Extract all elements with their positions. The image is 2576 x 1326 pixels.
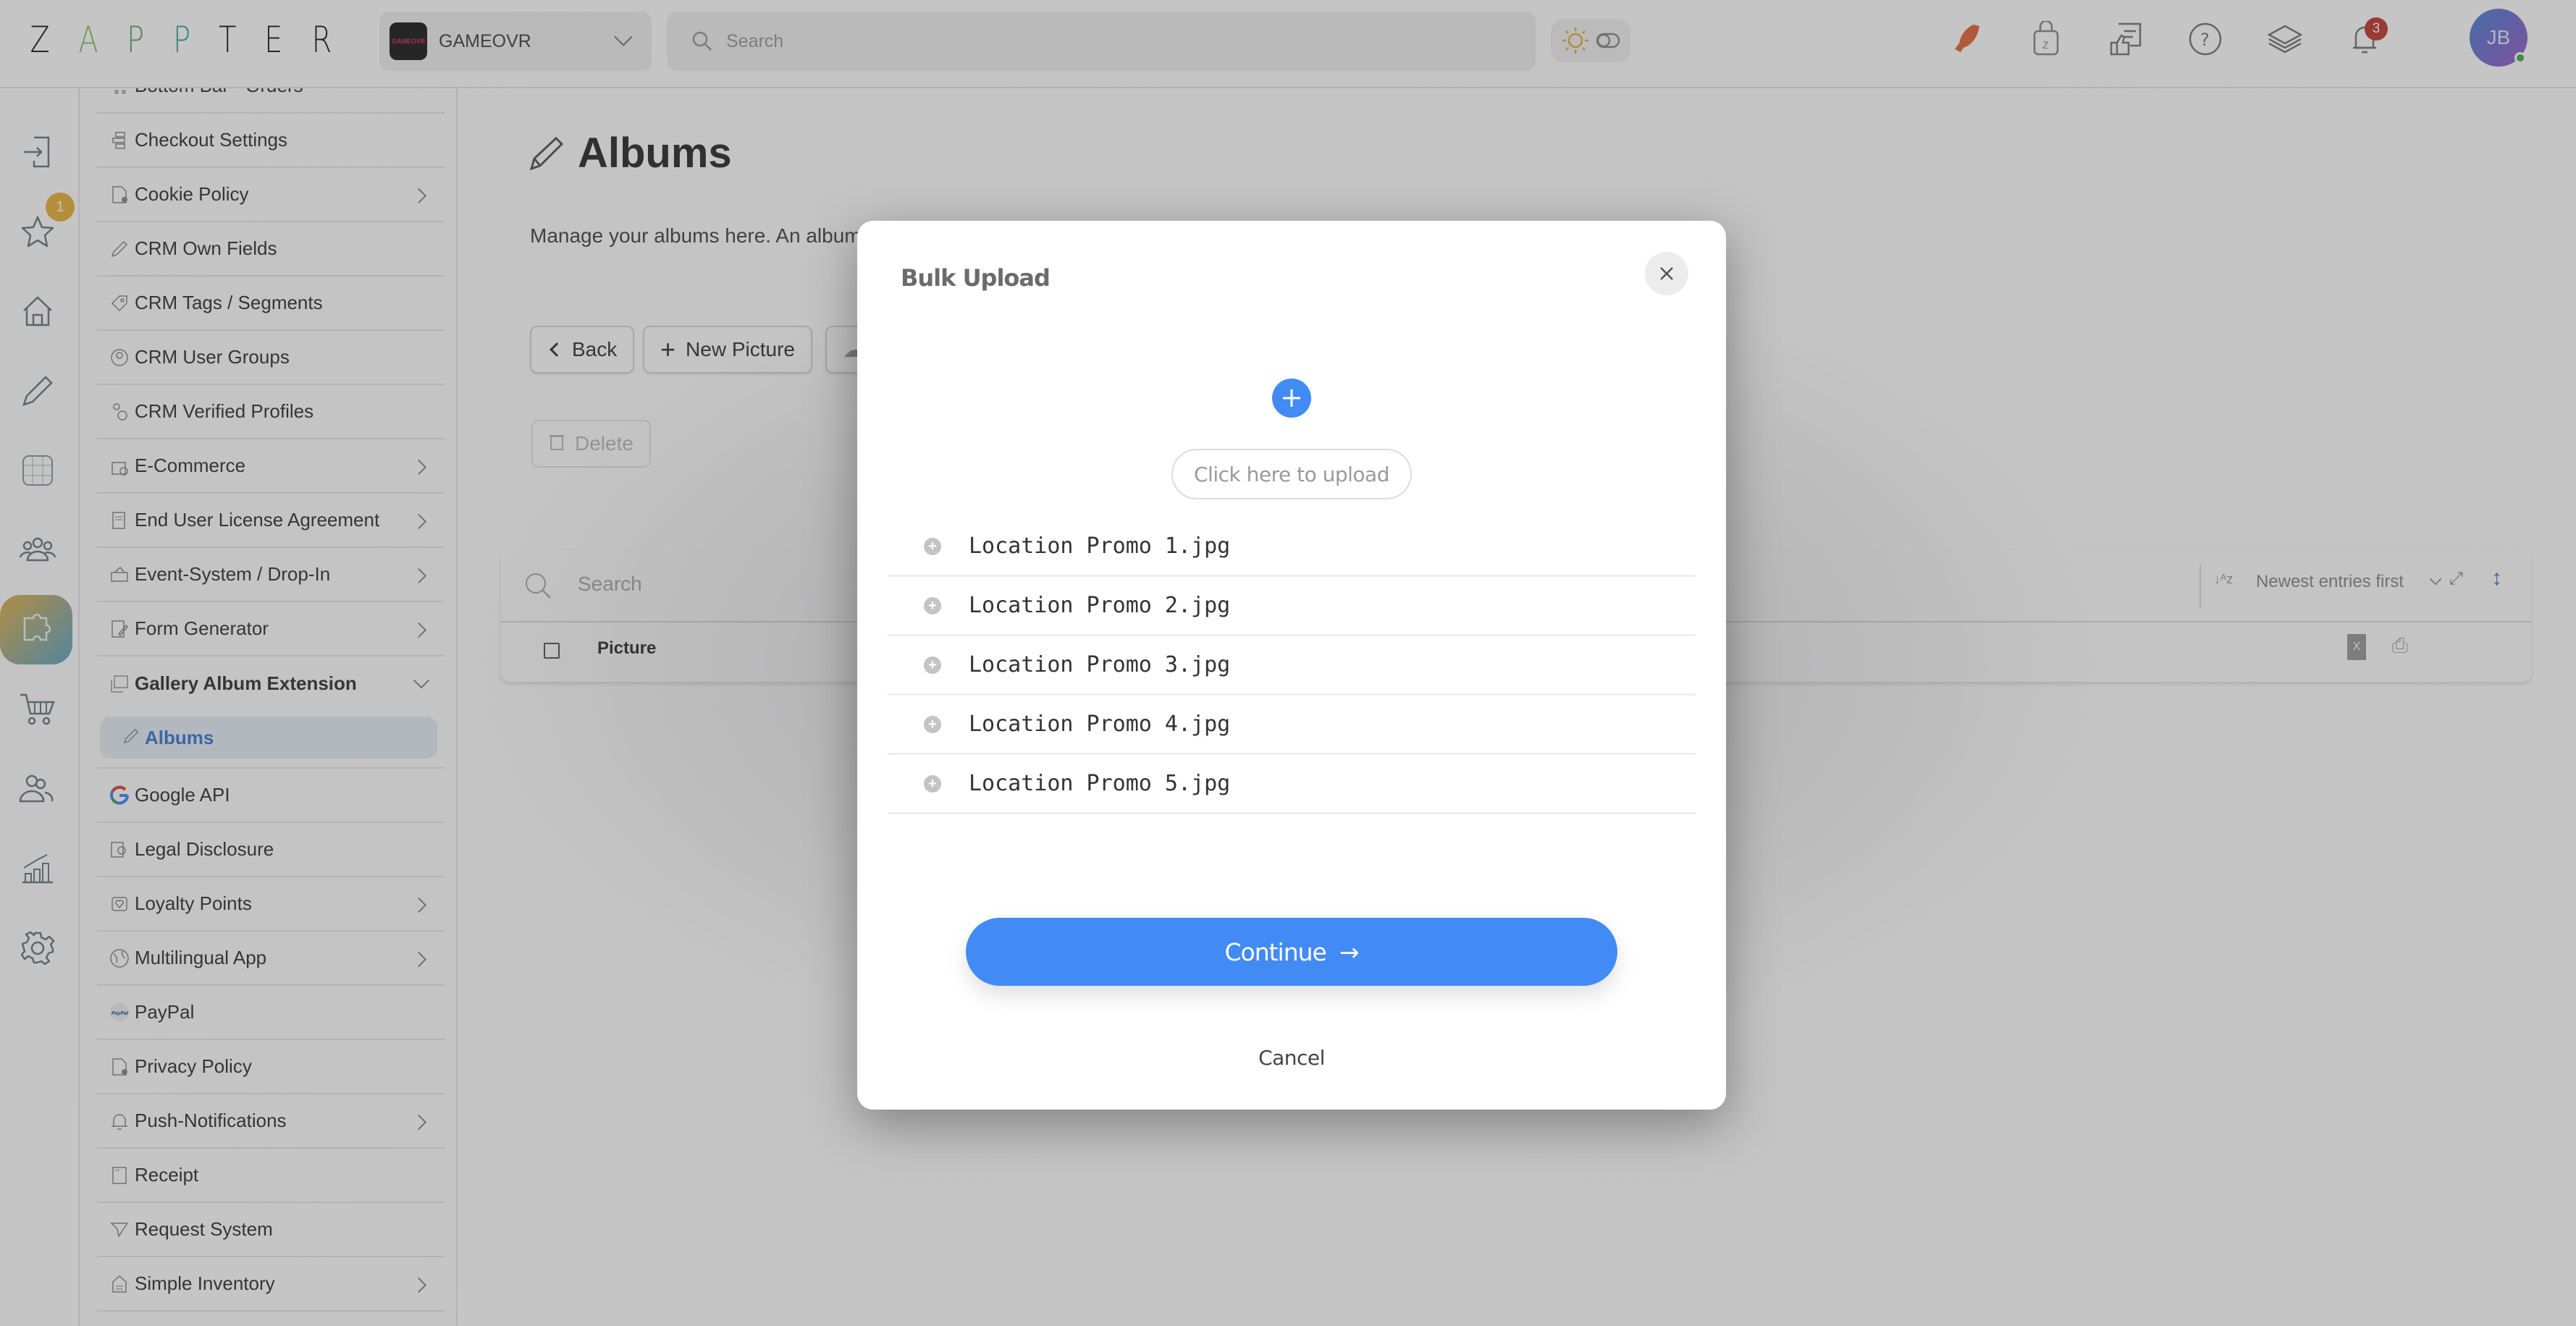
continue-button[interactable]: Continue →: [966, 918, 1617, 986]
plus-circle-icon[interactable]: +: [924, 596, 941, 615]
plus-circle-icon[interactable]: +: [924, 656, 941, 674]
bulk-upload-dialog: Bulk Upload Click here to upload + Locati…: [857, 221, 1726, 1110]
file-name: Location Promo 5.jpg: [969, 771, 1231, 796]
continue-button-label: Continue: [1224, 937, 1326, 966]
file-list-item: + Location Promo 2.jpg: [888, 577, 1696, 636]
file-name: Location Promo 2.jpg: [969, 593, 1231, 618]
plus-circle-icon[interactable]: +: [924, 774, 941, 793]
file-list: + Location Promo 1.jpg + Location Promo 2.…: [888, 518, 1696, 814]
arrow-right-icon: →: [1339, 937, 1360, 966]
dialog-title: Bulk Upload: [901, 264, 1051, 292]
file-list-item: + Location Promo 3.jpg: [888, 636, 1696, 696]
file-name: Location Promo 4.jpg: [969, 711, 1231, 737]
add-file-button[interactable]: [1272, 379, 1311, 418]
file-name: Location Promo 1.jpg: [969, 533, 1231, 559]
click-to-upload-button[interactable]: Click here to upload: [1171, 449, 1412, 499]
close-button[interactable]: [1645, 252, 1688, 295]
cancel-button[interactable]: Cancel: [857, 1046, 1726, 1070]
close-icon: [1660, 267, 1673, 280]
file-name: Location Promo 3.jpg: [969, 652, 1231, 677]
plus-circle-icon[interactable]: +: [924, 537, 941, 555]
file-list-item: + Location Promo 4.jpg: [888, 696, 1696, 755]
app-root: Z A P P T E R GAMEOVR GAMEOVR Search Z ?: [0, 0, 2576, 1326]
file-list-item: + Location Promo 1.jpg: [888, 518, 1696, 577]
plus-icon: [1283, 389, 1300, 407]
plus-circle-icon[interactable]: +: [924, 715, 941, 733]
file-list-item: + Location Promo 5.jpg: [888, 755, 1696, 814]
